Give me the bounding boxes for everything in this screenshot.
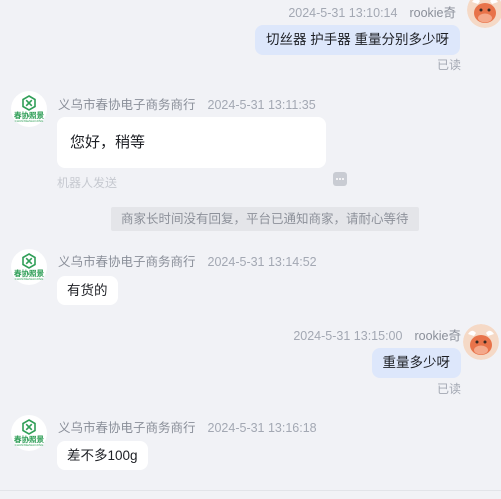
shop-logo-subtext: CHUNXIEZHAOJING <box>14 119 44 123</box>
shop-logo-icon <box>22 95 36 111</box>
outgoing-message-bubble[interactable]: 切丝器 护手器 重量分别多少呀 <box>254 25 460 55</box>
bull-icon <box>467 0 501 28</box>
shop-logo-icon <box>22 419 36 435</box>
message-header: 义乌市春协电子商务商行 2024-5-31 13:11:35 <box>58 94 316 113</box>
sender-name: 义乌市春协电子商务商行 <box>58 98 196 112</box>
bull-icon <box>463 324 499 360</box>
message-header: 义乌市春协电子商务商行 2024-5-31 13:16:18 <box>58 417 317 436</box>
message-header: 2024-5-31 13:10:14 rookie奇 <box>288 2 456 21</box>
message-time: 2024-5-31 13:16:18 <box>207 421 317 435</box>
sender-name: 义乌市春协电子商务商行 <box>58 421 196 435</box>
outgoing-message-bubble[interactable]: 重量多少呀 <box>371 348 461 378</box>
message-time: 2024-5-31 13:11:35 <box>207 98 316 112</box>
user-avatar[interactable] <box>463 324 499 360</box>
message-time: 2024-5-31 13:14:52 <box>207 255 317 269</box>
sender-name: 义乌市春协电子商务商行 <box>58 255 196 269</box>
message-header: 2024-5-31 13:15:00 rookie奇 <box>293 325 461 344</box>
shop-avatar[interactable]: 春协照景 CHUNXIEZHAOJING <box>11 91 47 127</box>
shop-avatar[interactable]: 春协照景 CHUNXIEZHAOJING <box>11 415 47 451</box>
shop-avatar[interactable]: 春协照景 CHUNXIEZHAOJING <box>11 249 47 285</box>
message-time: 2024-5-31 13:10:14 <box>288 6 398 20</box>
user-avatar[interactable] <box>467 0 501 28</box>
incoming-message-bubble[interactable]: 有货的 <box>57 276 118 305</box>
more-options-icon[interactable] <box>333 172 347 186</box>
incoming-message-bubble[interactable]: 您好，稍等 <box>57 117 326 168</box>
shop-logo-icon <box>22 253 36 269</box>
read-status: 已读 <box>436 382 461 396</box>
incoming-message-bubble[interactable]: 差不多100g <box>57 441 148 470</box>
read-status: 已读 <box>436 58 461 72</box>
robot-sent-hint: 机器人发送 <box>57 176 118 190</box>
message-time: 2024-5-31 13:15:00 <box>293 329 403 343</box>
shop-logo-subtext: CHUNXIEZHAOJING <box>14 443 44 447</box>
sender-name: rookie奇 <box>409 6 456 20</box>
shop-logo-subtext: CHUNXIEZHAOJING <box>14 277 44 281</box>
message-header: 义乌市春协电子商务商行 2024-5-31 13:14:52 <box>58 251 317 270</box>
input-area-divider <box>0 490 501 491</box>
sender-name: rookie奇 <box>414 329 461 343</box>
system-notice: 商家长时间没有回复，平台已通知商家，请耐心等待 <box>111 207 419 231</box>
